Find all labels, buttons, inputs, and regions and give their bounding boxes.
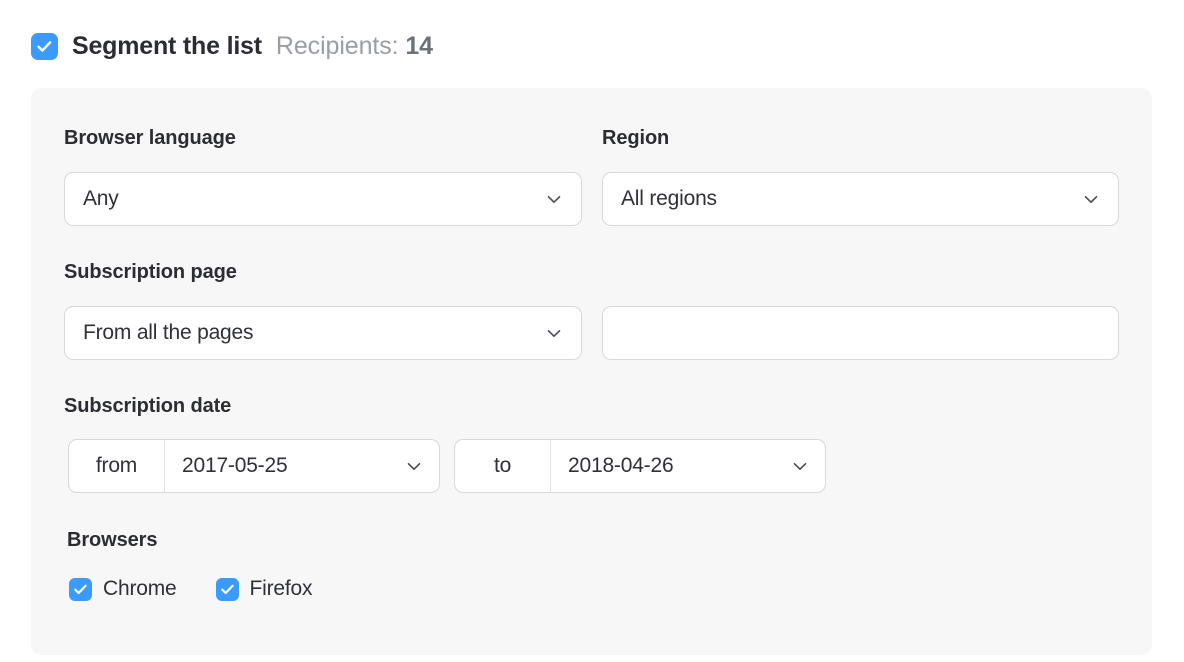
region-select[interactable]: All regions <box>602 172 1119 226</box>
date-from-prefix-label: from <box>69 440 165 492</box>
subscription-date-to-group: to 2018-04-26 <box>454 439 826 493</box>
subscription-date-to-value: 2018-04-26 <box>568 454 674 477</box>
subscription-page-label: Subscription page <box>64 261 237 283</box>
browser-language-label: Browser language <box>64 127 236 149</box>
chevron-down-icon <box>403 455 425 477</box>
region-value: All regions <box>621 187 717 210</box>
recipients-count: 14 <box>405 31 433 60</box>
chrome-checkbox[interactable] <box>69 577 92 601</box>
subscription-date-to-select[interactable]: 2018-04-26 <box>551 440 825 492</box>
recipients-summary: Recipients: 14 <box>276 32 433 61</box>
browser-option-firefox[interactable]: Firefox <box>215 577 313 601</box>
firefox-label: Firefox <box>249 577 313 600</box>
segment-filters-panel: Browser language Any Region All regions … <box>31 88 1152 655</box>
chrome-label: Chrome <box>103 577 177 600</box>
checkmark-icon <box>220 584 234 594</box>
subscription-page-url-field[interactable] <box>602 306 1119 360</box>
region-label: Region <box>602 127 670 149</box>
subscription-date-from-group: from 2017-05-25 <box>68 439 440 493</box>
chevron-down-icon <box>789 455 811 477</box>
chevron-down-icon <box>543 322 565 344</box>
browsers-label: Browsers <box>67 529 158 551</box>
checkmark-icon <box>37 40 52 52</box>
firefox-checkbox[interactable] <box>215 577 239 601</box>
page-title: Segment the list <box>72 31 262 60</box>
recipients-label: Recipients: <box>275 31 399 60</box>
chevron-down-icon <box>1080 188 1102 210</box>
browsers-options: Chrome Firefox <box>69 577 312 601</box>
checkmark-icon <box>74 584 87 594</box>
subscription-page-select[interactable]: From all the pages <box>64 306 582 360</box>
browser-language-select[interactable]: Any <box>64 172 582 226</box>
segment-the-list-checkbox[interactable] <box>31 32 58 60</box>
browser-language-value: Any <box>83 187 119 210</box>
subscription-date-label: Subscription date <box>64 395 232 417</box>
subscription-page-value: From all the pages <box>83 321 254 344</box>
segment-header: Segment the list Recipients: 14 <box>31 30 433 62</box>
date-to-prefix-label: to <box>455 440 551 492</box>
chevron-down-icon <box>543 188 565 210</box>
browser-option-chrome[interactable]: Chrome <box>69 577 177 601</box>
subscription-date-from-value: 2017-05-25 <box>182 454 288 477</box>
subscription-date-from-select[interactable]: 2017-05-25 <box>165 440 439 492</box>
